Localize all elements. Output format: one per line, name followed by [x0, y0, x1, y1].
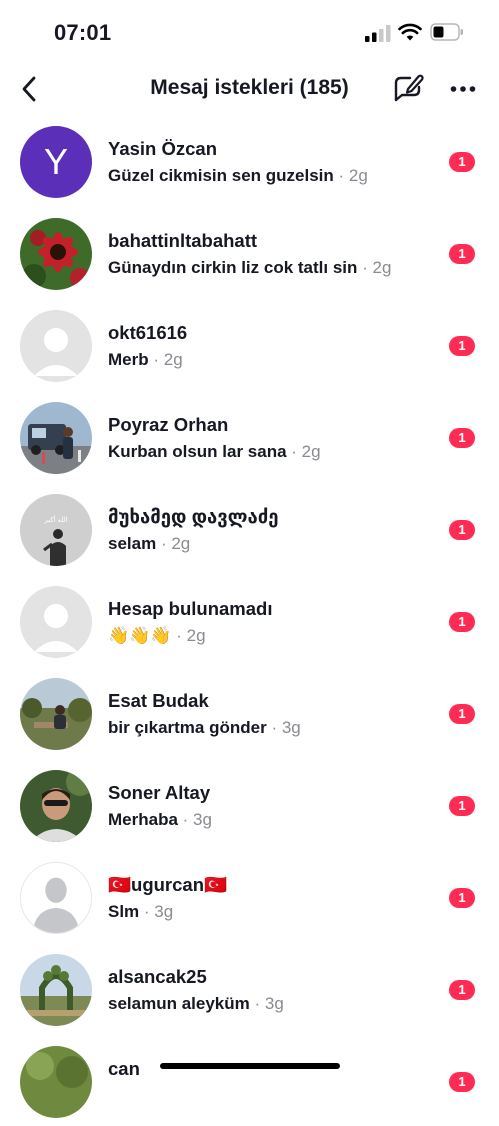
- list-item[interactable]: Esat Budak bir çıkartma gönder · 3g 1: [0, 666, 499, 758]
- list-item[interactable]: 🇹🇷ugurcan🇹🇷 Slm · 3g 1: [0, 850, 499, 942]
- sender-name: can: [108, 1058, 140, 1079]
- message-time: · 2g: [291, 442, 321, 461]
- unread-badge: 1: [449, 520, 475, 540]
- avatar: [20, 218, 92, 290]
- home-indicator[interactable]: [160, 1063, 340, 1069]
- unread-badge: 1: [449, 244, 475, 264]
- message-time: · 3g: [143, 902, 174, 921]
- message-time: · 2g: [153, 350, 183, 369]
- unread-badge: 1: [449, 428, 475, 448]
- message-preview: selamun aleyküm · 3g: [108, 994, 284, 1014]
- list-item[interactable]: bahattinltabahatt Günaydın cirkin liz co…: [0, 206, 499, 298]
- message-preview: Günaydın cirkin liz cok tatlı sin · 2g: [108, 258, 391, 278]
- message-text: bir çıkartma gönder: [108, 718, 267, 737]
- message-text: Merhaba: [108, 810, 178, 829]
- list-item[interactable]: Soner Altay Merhaba · 3g 1: [0, 758, 499, 850]
- message-time: · 3g: [254, 994, 284, 1013]
- message-time: · 2g: [362, 258, 392, 277]
- message-preview: selam · 2g: [108, 534, 190, 554]
- status-bar: 07:01: [0, 0, 499, 64]
- avatar: Y: [20, 126, 92, 198]
- list-item[interactable]: Hesap bulunamadı 👋👋👋 · 2g 1: [0, 574, 499, 666]
- sender-name: okt61616: [108, 322, 188, 343]
- list-item[interactable]: alsancak25 selamun aleyküm · 3g 1: [0, 942, 499, 1034]
- unread-badge: 1: [449, 612, 475, 632]
- message-time: · 2g: [176, 626, 206, 645]
- message-text: Merb: [108, 350, 149, 369]
- message-text: selamun aleyküm: [108, 994, 250, 1013]
- header: Mesaj istekleri (185): [0, 64, 499, 114]
- default-avatar-icon: [20, 586, 92, 658]
- more-options-button[interactable]: [446, 74, 480, 104]
- message-text: Günaydın cirkin liz cok tatlı sin: [108, 258, 358, 277]
- message-text: Güzel cikmisin sen guzelsin: [108, 166, 334, 185]
- list-item[interactable]: Poyraz Orhan Kurban olsun lar sana · 2g …: [0, 390, 499, 482]
- message-time: · 2g: [338, 166, 368, 185]
- list-item[interactable]: Y Yasin Özcan Güzel cikmisin sen guzelsi…: [0, 114, 499, 206]
- unread-badge: 1: [449, 704, 475, 724]
- message-text: selam: [108, 534, 157, 553]
- message-preview: Güzel cikmisin sen guzelsin · 2g: [108, 166, 368, 186]
- message-time: · 3g: [271, 718, 301, 737]
- more-horizontal-icon: [450, 86, 476, 92]
- sender-name: 🇹🇷ugurcan🇹🇷: [108, 874, 228, 895]
- unread-badge: 1: [449, 796, 475, 816]
- list-item[interactable]: okt61616 Merb · 2g 1: [0, 298, 499, 390]
- list-item[interactable]: الله أكبر მუხამედ დავლაძე selam · 2g 1: [0, 482, 499, 574]
- wifi-icon: [398, 23, 422, 41]
- avatar: [20, 678, 92, 750]
- avatar: [20, 770, 92, 842]
- avatar: [20, 1046, 92, 1118]
- sender-name: Yasin Özcan: [108, 138, 217, 159]
- sender-name: Soner Altay: [108, 782, 211, 803]
- avatar-text: الله أكبر: [44, 517, 68, 524]
- message-preview: Merhaba · 3g: [108, 810, 212, 830]
- status-time: 07:01: [54, 20, 112, 45]
- unread-badge: 1: [449, 888, 475, 908]
- unread-badge: 1: [449, 336, 475, 356]
- avatar-letter: Y: [43, 141, 68, 182]
- avatar: [20, 402, 92, 474]
- sender-name: bahattinltabahatt: [108, 230, 258, 251]
- sender-name: Esat Budak: [108, 690, 209, 711]
- list-item[interactable]: can 1: [0, 1034, 499, 1126]
- message-preview: 👋👋👋 · 2g: [108, 626, 206, 646]
- compose-button[interactable]: [390, 70, 426, 106]
- cellular-signal-icon: [365, 25, 391, 42]
- default-avatar-icon: [20, 310, 92, 382]
- sender-name: alsancak25: [108, 966, 207, 987]
- unread-badge: 1: [449, 980, 475, 1000]
- message-text: Slm: [108, 902, 140, 921]
- sender-name: Hesap bulunamadı: [108, 598, 273, 619]
- battery-icon: [430, 23, 463, 41]
- message-preview: bir çıkartma gönder · 3g: [108, 718, 301, 738]
- avatar: الله أكبر: [20, 494, 92, 566]
- sender-name: მუხამედ დავლაძე: [108, 506, 279, 527]
- sender-name: Poyraz Orhan: [108, 414, 229, 435]
- compose-message-icon: [394, 74, 424, 102]
- unread-badge: 1: [449, 1072, 475, 1092]
- message-preview: Slm · 3g: [108, 902, 173, 922]
- default-avatar-icon: [20, 862, 92, 934]
- message-time: · 3g: [182, 810, 212, 829]
- avatar: [20, 954, 92, 1026]
- unread-badge: 1: [449, 152, 475, 172]
- message-text: Kurban olsun lar sana: [108, 442, 287, 461]
- message-time: · 2g: [160, 534, 191, 553]
- message-text: 👋👋👋: [108, 626, 172, 645]
- message-preview: Kurban olsun lar sana · 2g: [108, 442, 321, 462]
- message-preview: Merb · 2g: [108, 350, 183, 370]
